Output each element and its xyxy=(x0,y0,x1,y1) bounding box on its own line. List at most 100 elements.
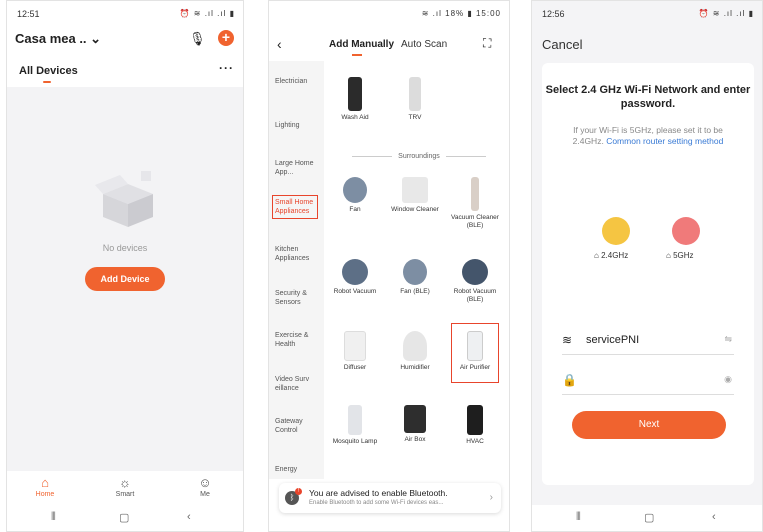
category-security-sensors[interactable]: Security & Sensors xyxy=(275,289,319,307)
category-video-surveillance[interactable]: Video Surv eillance xyxy=(275,375,319,393)
status-icons: ⏰ ≋ .ıl .ıl ▮ xyxy=(698,9,754,18)
system-back-icon[interactable]: ‹ xyxy=(187,511,191,523)
router-setting-link[interactable]: Common router setting method xyxy=(606,136,723,146)
air-box-image xyxy=(404,405,426,433)
happy-face-icon xyxy=(602,217,630,245)
category-lighting[interactable]: Lighting xyxy=(275,121,319,130)
nav-smart[interactable]: ☼ Smart xyxy=(105,475,145,498)
category-energy[interactable]: Energy xyxy=(275,465,319,474)
hvac-image xyxy=(467,405,483,435)
device-label: Diffuser xyxy=(343,364,367,371)
wifi-hint: If your Wi-Fi is 5GHz, please set it to … xyxy=(562,125,734,147)
device-robot-vacuum[interactable]: Robot Vacuum xyxy=(331,259,379,296)
device-label: Mosquito Lamp xyxy=(332,438,378,445)
section-surroundings: Surroundings xyxy=(334,153,504,160)
device-label: HVAC xyxy=(466,438,484,445)
microphone-icon[interactable]: 🎙 xyxy=(189,31,206,47)
bluetooth-title: You are advised to enable Bluetooth. xyxy=(309,488,448,498)
password-field[interactable]: 🔒 ◉ xyxy=(562,367,734,395)
device-mosquito-lamp[interactable]: Mosquito Lamp xyxy=(331,405,379,446)
wifi-card: Select 2.4 GHz Wi-Fi Network and enter p… xyxy=(542,63,754,485)
device-label: Air Box xyxy=(404,436,426,443)
device-label: Wash Aid xyxy=(341,114,369,121)
category-gateway-control[interactable]: Gateway Control xyxy=(275,417,319,435)
recents-icon[interactable]: ⦀ xyxy=(576,511,581,524)
diffuser-image xyxy=(344,331,366,361)
band-24ghz: ⌂ 2.4GHz xyxy=(594,251,628,260)
add-device-button[interactable]: Add Device xyxy=(85,267,165,291)
add-icon-button[interactable]: + xyxy=(218,30,234,46)
tab-add-manually[interactable]: Add Manually xyxy=(329,39,394,50)
device-robot-vacuum-ble[interactable]: Robot Vacuum (BLE) xyxy=(451,259,499,304)
next-button[interactable]: Next xyxy=(572,411,726,439)
fan-ble-image xyxy=(403,259,427,285)
window-cleaner-image xyxy=(402,177,428,203)
scan-icon[interactable]: ⛶ xyxy=(483,36,491,51)
band-5-label: 5GHz xyxy=(673,251,694,260)
tab-underline xyxy=(43,81,51,83)
tab-auto-scan[interactable]: Auto Scan xyxy=(401,39,447,50)
category-large-home-appliances[interactable]: Large Home App... xyxy=(275,159,319,177)
device-label: Fan (BLE) xyxy=(400,288,430,295)
add-device-screen: ≋ .ıl 18% ▮ 15:00 ‹ Add Manually Auto Sc… xyxy=(268,0,510,532)
status-time: 12:51 xyxy=(17,9,40,19)
system-back-icon[interactable]: ‹ xyxy=(712,511,716,523)
system-navigation-bar: ⦀ ▢ ‹ xyxy=(532,505,762,531)
eye-icon[interactable]: ◉ xyxy=(724,374,732,385)
nav-home[interactable]: ⌂ Home xyxy=(25,475,65,498)
status-time: 12:56 xyxy=(542,9,565,19)
empty-state-text: No devices xyxy=(102,243,148,253)
device-diffuser[interactable]: Diffuser xyxy=(331,331,379,372)
device-trv[interactable]: TRV xyxy=(391,77,439,122)
chevron-down-icon: ⌄ xyxy=(90,31,102,46)
back-arrow-icon[interactable]: ‹ xyxy=(277,36,282,52)
vacuum-cleaner-image xyxy=(471,177,479,211)
switch-network-icon[interactable]: ⇋ xyxy=(724,334,732,345)
status-bar: 12:56 ⏰ ≋ .ıl .ıl ▮ xyxy=(532,1,762,25)
router-icon: ⌂ xyxy=(594,251,599,260)
device-fan[interactable]: Fan xyxy=(331,177,379,214)
device-window-cleaner[interactable]: Window Cleaner xyxy=(391,177,439,214)
device-label: Air Purifier xyxy=(459,364,491,371)
device-air-purifier[interactable]: Air Purifier xyxy=(451,331,499,372)
device-label: Humidifier xyxy=(400,364,430,371)
band-5ghz: ⌂ 5GHz xyxy=(666,251,694,260)
sad-face-icon xyxy=(672,217,700,245)
status-icons: ⏰ ≋ .ıl .ıl ▮ xyxy=(179,9,235,18)
status-bar: 12:51 ⏰ ≋ .ıl .ıl ▮ xyxy=(7,1,243,25)
device-hvac[interactable]: HVAC xyxy=(451,405,499,446)
device-label: Fan xyxy=(349,206,361,213)
empty-box-icon xyxy=(95,171,153,227)
bluetooth-subtitle: Enable Bluetooth to add some Wi-Fi devic… xyxy=(309,500,444,506)
system-home-icon[interactable]: ▢ xyxy=(119,511,129,524)
home-selector[interactable]: Casa mea .. ⌄ xyxy=(15,31,101,47)
device-wash-aid[interactable]: Wash Aid xyxy=(331,77,379,122)
category-exercise-health[interactable]: Exercise & Health xyxy=(275,331,319,349)
device-label: Robot Vacuum xyxy=(333,288,377,295)
alert-badge: ! xyxy=(295,488,302,495)
robot-vacuum-ble-image xyxy=(462,259,488,285)
device-vacuum-cleaner-ble[interactable]: Vacuum Cleaner (BLE) xyxy=(451,177,499,230)
device-humidifier[interactable]: Humidifier xyxy=(391,331,439,372)
more-icon[interactable]: ··· xyxy=(219,61,234,75)
home-title: Casa mea .. xyxy=(15,31,87,46)
wifi-icon: ≋ xyxy=(562,333,573,347)
bottom-navigation: ⌂ Home ☼ Smart ☺ Me xyxy=(7,471,243,507)
humidifier-image xyxy=(403,331,427,361)
nav-me[interactable]: ☺ Me xyxy=(185,475,225,498)
recents-icon[interactable]: ⦀ xyxy=(51,511,56,524)
user-icon: ☺ xyxy=(198,475,212,490)
category-small-home-appliances[interactable]: Small Home Appliances xyxy=(272,195,318,219)
cancel-button[interactable]: Cancel xyxy=(542,37,582,52)
device-air-box[interactable]: Air Box xyxy=(391,405,439,444)
category-kitchen-appliances[interactable]: Kitchen Appliances xyxy=(275,245,319,263)
system-home-icon[interactable]: ▢ xyxy=(644,511,654,524)
tab-all-devices[interactable]: All Devices xyxy=(19,65,78,77)
ssid-value: servicePNI xyxy=(586,334,640,346)
lock-icon: 🔒 xyxy=(562,373,577,387)
ssid-field[interactable]: ≋ servicePNI ⇋ xyxy=(562,327,734,355)
router-icon: ⌂ xyxy=(666,251,671,260)
category-electrician[interactable]: Electrician xyxy=(275,77,319,86)
bluetooth-banner[interactable]: ᛒ ! You are advised to enable Bluetooth.… xyxy=(279,483,501,513)
device-fan-ble[interactable]: Fan (BLE) xyxy=(391,259,439,296)
